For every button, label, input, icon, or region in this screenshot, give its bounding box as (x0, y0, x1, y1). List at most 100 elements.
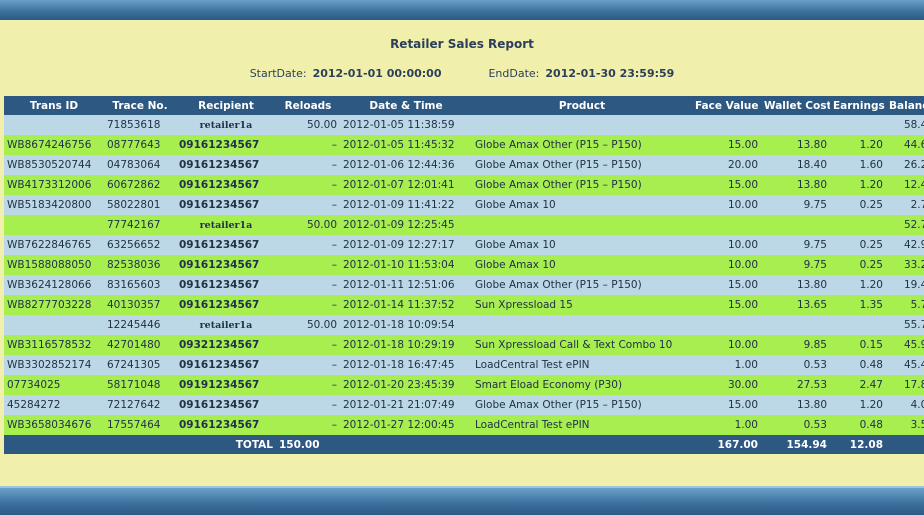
cell-recipient: 09161234567 (176, 295, 276, 315)
cell-trans-id: WB8530520744 (4, 155, 104, 175)
total-label: TOTAL (4, 435, 276, 454)
cell-wallet-cost: 0.53 (761, 355, 830, 375)
cell-balance: 19.43 (886, 275, 924, 295)
col-wallet-cost[interactable]: Wallet Cost (761, 96, 830, 115)
header-row: Trans ID Trace No. Recipient Reloads Dat… (4, 96, 924, 115)
cell-reloads: 50.00 (276, 315, 340, 335)
col-face-value[interactable]: Face Value (692, 96, 761, 115)
cell-balance: 52.73 (886, 215, 924, 235)
cell-trace-no: 04783064 (104, 155, 176, 175)
total-empty-date (340, 435, 472, 454)
cell-reloads: – (276, 295, 340, 315)
cell-trace-no: 72127642 (104, 395, 176, 415)
end-date-label: EndDate: (488, 67, 540, 80)
col-trans-id[interactable]: Trans ID (4, 96, 104, 115)
cell-face-value: 15.00 (692, 175, 761, 195)
cell-trace-no: 08777643 (104, 135, 176, 155)
cell-reloads: – (276, 155, 340, 175)
cell-date-time: 2012-01-05 11:45:32 (340, 135, 472, 155)
cell-wallet-cost: 9.85 (761, 335, 830, 355)
cell-product: LoadCentral Test ePIN (472, 415, 692, 435)
cell-balance: 2.73 (886, 195, 924, 215)
cell-wallet-cost: 18.40 (761, 155, 830, 175)
end-date-value: 2012-01-30 23:59:59 (545, 67, 675, 80)
col-reloads[interactable]: Reloads (276, 96, 340, 115)
cell-reloads: – (276, 275, 340, 295)
table-row: 71853618 retailer1a 50.00 2012-01-05 11:38:… (4, 115, 924, 135)
cell-balance: 3.56 (886, 415, 924, 435)
cell-recipient: 09191234567 (176, 375, 276, 395)
cell-recipient: 09161234567 (176, 355, 276, 375)
table-row: WB3302852174 67241305 09161234567–2012-01-… (4, 355, 924, 375)
cell-balance: 5.78 (886, 295, 924, 315)
cell-balance: 58.48 (886, 115, 924, 135)
start-date-label: StartDate: (249, 67, 307, 80)
total-empty-product (472, 435, 692, 454)
cell-trace-no: 63256652 (104, 235, 176, 255)
cell-trans-id: WB3658034676 (4, 415, 104, 435)
cell-date-time: 2012-01-05 11:38:59 (340, 115, 472, 135)
col-trace-no[interactable]: Trace No. (104, 96, 176, 115)
cell-date-time: 2012-01-18 16:47:45 (340, 355, 472, 375)
cell-trace-no: 71853618 (104, 115, 176, 135)
cell-recipient: 09161234567 (176, 415, 276, 435)
cell-trace-no: 60672862 (104, 175, 176, 195)
cell-reloads: – (276, 395, 340, 415)
cell-reloads: – (276, 335, 340, 355)
cell-face-value: 15.00 (692, 295, 761, 315)
cell-trace-no: 42701480 (104, 335, 176, 355)
cell-earnings: 1.35 (830, 295, 886, 315)
cell-balance: 26.28 (886, 155, 924, 175)
total-reloads: 150.00 (276, 435, 340, 454)
cell-date-time: 2012-01-18 10:29:19 (340, 335, 472, 355)
cell-reloads: 50.00 (276, 115, 340, 135)
cell-trans-id: 07734025 (4, 375, 104, 395)
cell-balance: 33.23 (886, 255, 924, 275)
cell-earnings (830, 315, 886, 335)
table-row: WB3658034676 17557464 09161234567–2012-01-… (4, 415, 924, 435)
cell-product (472, 115, 692, 135)
col-date-time[interactable]: Date & Time (340, 96, 472, 115)
cell-date-time: 2012-01-09 12:27:17 (340, 235, 472, 255)
cell-face-value: 10.00 (692, 255, 761, 275)
cell-product: Globe Amax Other (P15 – P150) (472, 155, 692, 175)
cell-face-value: 30.00 (692, 375, 761, 395)
cell-product (472, 215, 692, 235)
cell-wallet-cost: 13.80 (761, 135, 830, 155)
date-range: StartDate: 2012-01-01 00:00:00 EndDate: 20… (0, 67, 924, 80)
report-title: Retailer Sales Report (390, 37, 534, 51)
cell-trace-no: 67241305 (104, 355, 176, 375)
cell-earnings: 1.60 (830, 155, 886, 175)
cell-trans-id: WB5183420800 (4, 195, 104, 215)
cell-trans-id: 45284272 (4, 395, 104, 415)
cell-wallet-cost: 13.65 (761, 295, 830, 315)
cell-wallet-cost (761, 115, 830, 135)
col-product[interactable]: Product (472, 96, 692, 115)
col-earnings[interactable]: Earnings (830, 96, 886, 115)
col-recipient[interactable]: Recipient (176, 96, 276, 115)
cell-date-time: 2012-01-10 11:53:04 (340, 255, 472, 275)
cell-trace-no: 58171048 (104, 375, 176, 395)
cell-date-time: 2012-01-07 12:01:41 (340, 175, 472, 195)
total-wallet-cost: 154.94 (761, 435, 830, 454)
cell-earnings: 0.25 (830, 235, 886, 255)
cell-product: Sun Xpressload Call & Text Combo 10 (472, 335, 692, 355)
col-balance[interactable]: Balance (886, 96, 924, 115)
cell-recipient: 09161234567 (176, 275, 276, 295)
cell-balance: 44.68 (886, 135, 924, 155)
cell-product: Globe Amax Other (P15 – P150) (472, 175, 692, 195)
cell-wallet-cost (761, 315, 830, 335)
cell-trans-id: WB4173312006 (4, 175, 104, 195)
cell-trace-no: 82538036 (104, 255, 176, 275)
table-row: WB4173312006 60672862 09161234567–2012-01-… (4, 175, 924, 195)
cell-product: Globe Amax 10 (472, 235, 692, 255)
cell-face-value: 15.00 (692, 135, 761, 155)
table-row: WB1588088050 82538036 09161234567–2012-01-… (4, 255, 924, 275)
total-face-value: 167.00 (692, 435, 761, 454)
cell-trans-id (4, 115, 104, 135)
cell-balance: 55.78 (886, 315, 924, 335)
cell-face-value: 10.00 (692, 235, 761, 255)
cell-balance: 45.93 (886, 335, 924, 355)
cell-product: Globe Amax Other (P15 – P150) (472, 395, 692, 415)
cell-wallet-cost: 13.80 (761, 275, 830, 295)
